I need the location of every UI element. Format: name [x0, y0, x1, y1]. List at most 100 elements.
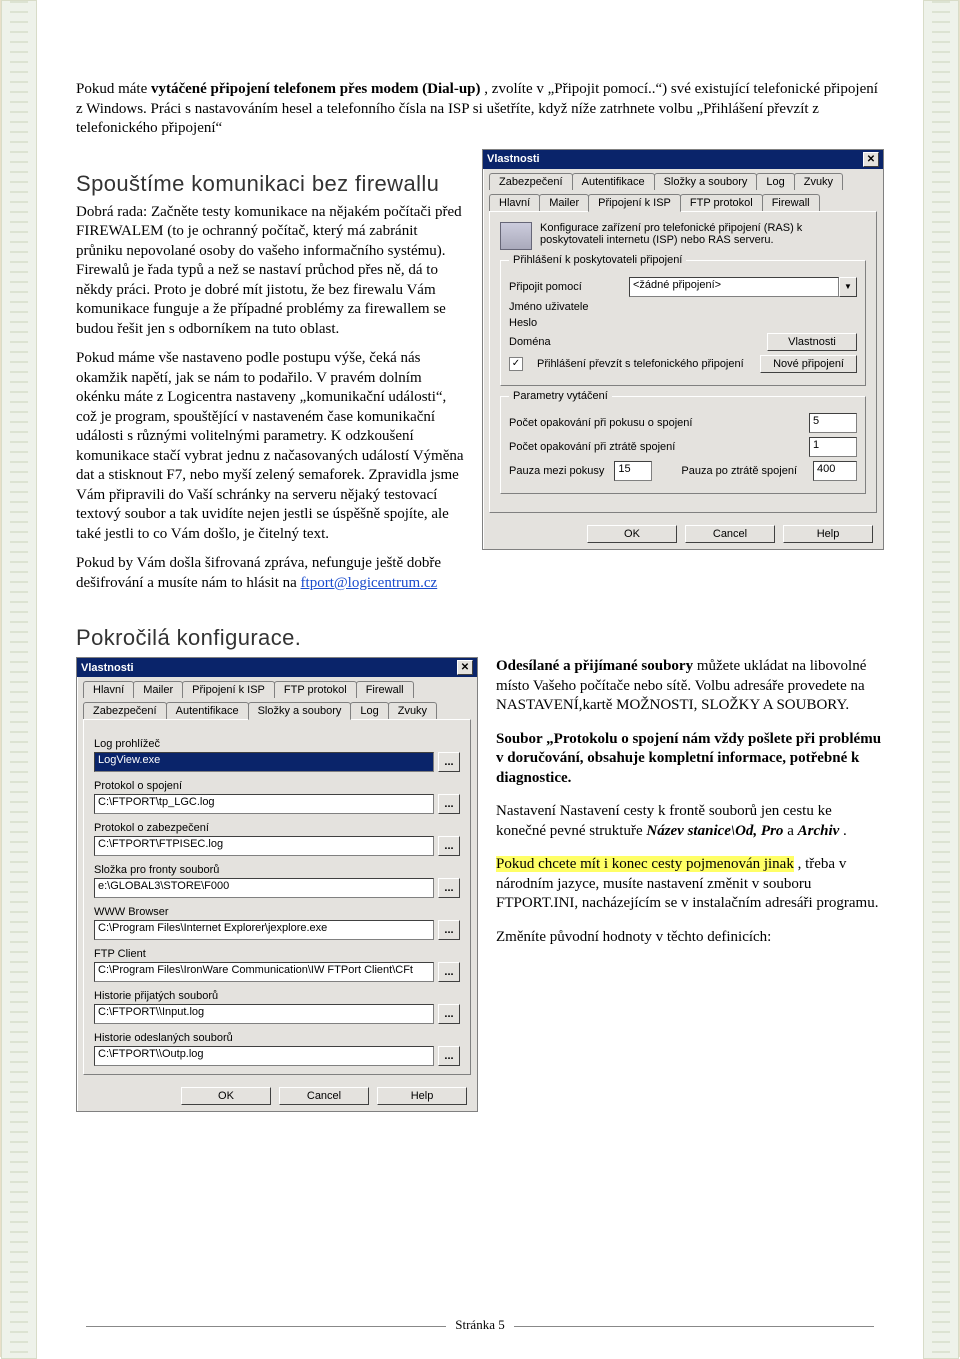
tab-ftp-protokol[interactable]: FTP protokol — [274, 681, 357, 698]
path-input[interactable]: C:\Program Files\Internet Explorer\jexpl… — [94, 920, 434, 940]
text-highlight: Pokud chcete mít i konec cesty pojmenová… — [496, 856, 794, 872]
path-input[interactable]: C:\Program Files\IronWare Communication\… — [94, 962, 434, 982]
properties-button[interactable]: Vlastnosti — [767, 333, 857, 351]
heading-firewall: Spouštíme komunikaci bez firewallu — [76, 171, 464, 197]
browse-button[interactable]: ... — [438, 1004, 460, 1024]
dialog-title: Vlastnosti — [81, 662, 134, 674]
checkbox-inherit[interactable]: ✓ — [509, 357, 523, 371]
heading-advanced: Pokročilá konfigurace. — [76, 625, 884, 651]
browse-button[interactable]: ... — [438, 836, 460, 856]
label-user: Jméno uživatele — [509, 301, 619, 313]
field-label: FTP Client — [94, 948, 460, 960]
close-icon[interactable]: ✕ — [457, 660, 473, 675]
checkbox-label: Přihlášení převzít s telefonického připo… — [537, 358, 750, 370]
page-number: Stránka 5 — [449, 1317, 510, 1332]
tab-hlavn-[interactable]: Hlavní — [489, 194, 540, 211]
note-text: Konfigurace zařízení pro telefonické při… — [540, 222, 866, 246]
close-icon[interactable]: ✕ — [863, 152, 879, 167]
tab-log[interactable]: Log — [756, 173, 794, 190]
adv-p2: Soubor „Protokolu o spojení nám vždy poš… — [496, 730, 884, 789]
text-italic: Archiv — [798, 823, 840, 839]
config-note: Konfigurace zařízení pro telefonické při… — [500, 222, 866, 250]
decor-left — [1, 0, 37, 1359]
label-connect: Připojit pomocí — [509, 281, 582, 293]
tabs-row-1: HlavníMailerPřipojení k ISPFTP protokolF… — [77, 677, 477, 698]
field-label: Protokol o spojení — [94, 780, 460, 792]
mail-link[interactable]: ftport@logicentrum.cz — [301, 575, 438, 591]
browse-button[interactable]: ... — [438, 962, 460, 982]
field-label: Protokol o zabezpečení — [94, 822, 460, 834]
input-retry-lost[interactable]: 1 — [809, 437, 857, 457]
combo-connection[interactable]: <žádné připojení> ▼ — [629, 277, 857, 297]
field-label: Log prohlížeč — [94, 738, 460, 750]
sec1-p3: Pokud by Vám došla šifrovaná zpráva, nef… — [76, 554, 464, 593]
tab-mailer[interactable]: Mailer — [539, 194, 589, 211]
browse-button[interactable]: ... — [438, 1046, 460, 1066]
browse-button[interactable]: ... — [438, 878, 460, 898]
sec1-p2: Pokud máme vše nastaveno podle postupu v… — [76, 349, 464, 544]
field-label: Historie odeslaných souborů — [94, 1032, 460, 1044]
label-retry-conn: Počet opakování při pokusu o spojení — [509, 417, 799, 429]
groupbox-login: Připojit pomocí <žádné připojení> ▼ Jmén… — [500, 260, 866, 386]
adv-p5: Změníte původní hodnoty v těchto definic… — [496, 928, 884, 948]
cancel-button[interactable]: Cancel — [279, 1087, 369, 1105]
combo-value[interactable]: <žádné připojení> — [629, 277, 839, 297]
tab-ftp-protokol[interactable]: FTP protokol — [680, 194, 763, 211]
text: a — [787, 823, 797, 839]
tab-p-ipojen-k-isp[interactable]: Připojení k ISP — [588, 194, 681, 212]
adv-p4: Pokud chcete mít i konec cesty pojmenová… — [496, 855, 884, 914]
path-input[interactable]: C:\FTPORT\FTPISEC.log — [94, 836, 434, 856]
input-pause-lost[interactable]: 400 — [813, 461, 857, 481]
help-button[interactable]: Help — [783, 525, 873, 543]
tab-p-ipojen-k-isp[interactable]: Připojení k ISP — [182, 681, 275, 698]
path-input[interactable]: e:\GLOBAL3\STORE\F000 — [94, 878, 434, 898]
browse-button[interactable]: ... — [438, 794, 460, 814]
label-pass: Heslo — [509, 317, 619, 329]
tab-firewall[interactable]: Firewall — [762, 194, 820, 211]
tab-hlavn-[interactable]: Hlavní — [83, 681, 134, 698]
ok-button[interactable]: OK — [587, 525, 677, 543]
label-pause-try: Pauza mezi pokusy — [509, 465, 604, 477]
text-bold: Odesílané a přijímané soubory — [496, 658, 693, 674]
tab-zvuky[interactable]: Zvuky — [794, 173, 843, 190]
tab-slo-ky-a-soubory[interactable]: Složky a soubory — [248, 702, 352, 720]
tab-zabezpe-en-[interactable]: Zabezpečení — [83, 702, 167, 719]
input-pause-try[interactable]: 15 — [614, 461, 652, 481]
groupbox-dial: Počet opakování při pokusu o spojení 5 P… — [500, 396, 866, 494]
adv-p1: Odesílané a přijímané soubory můžete ukl… — [496, 657, 884, 716]
path-input[interactable]: C:\FTPORT\\Outp.log — [94, 1046, 434, 1066]
ras-icon — [500, 222, 532, 250]
tab-autentifikace[interactable]: Autentifikace — [166, 702, 249, 719]
tab-firewall[interactable]: Firewall — [356, 681, 414, 698]
label-domain: Doména — [509, 336, 619, 348]
help-button[interactable]: Help — [377, 1087, 467, 1105]
path-input[interactable]: C:\FTPORT\tp_LGC.log — [94, 794, 434, 814]
input-retry-conn[interactable]: 5 — [809, 413, 857, 433]
page-footer: Stránka 5 — [1, 1317, 959, 1333]
tabs-row-2: ZabezpečeníAutentifikaceSložky a soubory… — [77, 698, 477, 719]
tab-zabezpe-en-[interactable]: Zabezpečení — [489, 173, 573, 190]
dialog-isp: Vlastnosti ✕ ZabezpečeníAutentifikaceSlo… — [482, 149, 884, 550]
ok-button[interactable]: OK — [181, 1087, 271, 1105]
label-retry-lost: Počet opakování při ztrátě spojení — [509, 441, 799, 453]
text-italic: Název stanice\Od, Pro — [646, 823, 783, 839]
chevron-down-icon[interactable]: ▼ — [839, 277, 857, 297]
tab-zvuky[interactable]: Zvuky — [388, 702, 437, 719]
text-bold: Soubor „Protokolu o spojení nám vždy poš… — [496, 731, 881, 786]
tabs-row-2: HlavníMailerPřipojení k ISPFTP protokolF… — [483, 190, 883, 211]
tab-slo-ky-a-soubory[interactable]: Složky a soubory — [654, 173, 758, 190]
browse-button[interactable]: ... — [438, 920, 460, 940]
browse-button[interactable]: ... — [438, 752, 460, 772]
cancel-button[interactable]: Cancel — [685, 525, 775, 543]
tab-autentifikace[interactable]: Autentifikace — [572, 173, 655, 190]
path-input[interactable]: C:\FTPORT\\Input.log — [94, 1004, 434, 1024]
new-connection-button[interactable]: Nové připojení — [760, 355, 857, 373]
text-bold: vytáčené připojení telefonem přes modem … — [151, 81, 481, 97]
adv-p3: Nastavení Nastavení cesty k frontě soubo… — [496, 802, 884, 841]
text: . — [843, 823, 847, 839]
sec1-p1: Dobrá rada: Začněte testy komunikace na … — [76, 203, 464, 340]
tab-log[interactable]: Log — [350, 702, 388, 719]
tab-mailer[interactable]: Mailer — [133, 681, 183, 698]
path-input[interactable]: LogView.exe — [94, 752, 434, 772]
text: Pokud máte — [76, 81, 151, 97]
